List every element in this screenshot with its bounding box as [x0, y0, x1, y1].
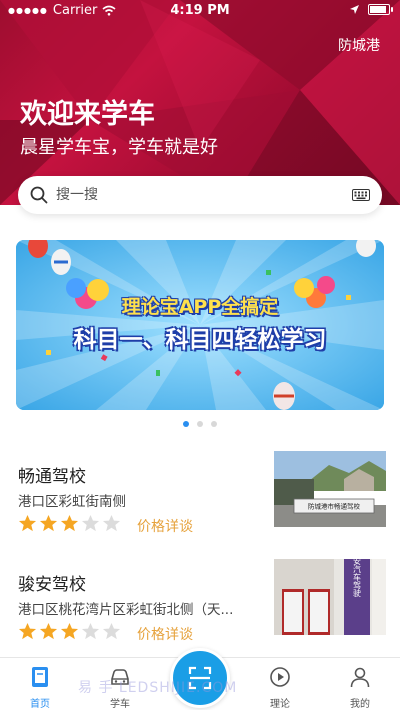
price-details-link[interactable]: 价格详谈 [137, 516, 193, 536]
star-filled-icon [18, 622, 37, 640]
star-empty-icon [102, 622, 121, 640]
star-filled-icon [60, 514, 79, 532]
banner-subtitle: 科目一、科目四轻松学习 [73, 327, 327, 353]
tab-label: 我的 [350, 699, 370, 710]
school-list-item[interactable]: 畅通驾校 港口区彩虹街南侧 价格详谈 防城港市畅通驾校 [0, 451, 400, 542]
school-photo[interactable]: 防城港市畅通驾校 [274, 451, 386, 527]
school-name: 骏安驾校 [18, 575, 86, 595]
school-address: 港口区彩虹街南侧 [18, 494, 126, 510]
slogan-text: 晨星学车宝，学车就是好 [20, 137, 218, 158]
school-address: 港口区桃花湾片区彩虹街北侧（天... [18, 602, 234, 618]
status-bar: ●●●●● Carrier 4:19 PM [0, 0, 400, 22]
welcome-title: 欢迎来学车 [20, 99, 155, 130]
school-name: 畅通驾校 [18, 467, 86, 487]
tab-label: 学车 [110, 699, 130, 710]
search-input[interactable] [56, 184, 346, 206]
school-photo[interactable]: 骏安汽车驾驶 [274, 559, 386, 635]
star-empty-icon [81, 622, 100, 640]
status-time: 4:19 PM [170, 3, 230, 18]
star-filled-icon [39, 622, 58, 640]
rating-stars [18, 622, 121, 641]
carousel-dot[interactable] [197, 421, 203, 427]
watermark-text: 易 手 LEDSHIJIE.COM [78, 680, 238, 696]
star-filled-icon [60, 622, 79, 640]
school-sign-text: 防城港市畅通驾校 [308, 502, 361, 511]
school-sign-text: 骏安汽车驾驶 [353, 559, 362, 598]
banner-title: 理论宝APP全搞定 [121, 296, 279, 318]
carousel-dot-active[interactable] [183, 421, 189, 427]
location-arrow-icon [350, 5, 359, 14]
carousel-indicator [0, 421, 400, 427]
price-details-link[interactable]: 价格详谈 [137, 624, 193, 644]
home-book-icon [32, 667, 48, 687]
star-empty-icon [102, 514, 121, 532]
user-icon [350, 667, 370, 688]
school-list-item[interactable]: 骏安驾校 港口区桃花湾片区彩虹街北侧（天... 价格详谈 骏安汽车驾驶 [0, 559, 400, 650]
keyboard-icon[interactable] [352, 189, 370, 201]
promo-banner[interactable]: 理论宝APP全搞定 科目一、科目四轻松学习 [16, 240, 384, 410]
search-bar[interactable] [18, 176, 382, 214]
tab-home[interactable]: 首页 [0, 658, 80, 710]
tab-label: 首页 [30, 699, 50, 710]
city-selector[interactable]: 防城港 [338, 35, 380, 55]
header-banner: ●●●●● Carrier 4:19 PM 防城港 欢迎来学车 晨星学车宝，学车… [0, 0, 400, 205]
star-filled-icon [18, 514, 37, 532]
search-icon [30, 186, 48, 204]
star-empty-icon [81, 514, 100, 532]
rating-stars [18, 514, 121, 533]
tab-label: 理论 [270, 699, 290, 710]
star-filled-icon [39, 514, 58, 532]
battery-icon [368, 4, 393, 15]
carousel-dot[interactable] [211, 421, 217, 427]
